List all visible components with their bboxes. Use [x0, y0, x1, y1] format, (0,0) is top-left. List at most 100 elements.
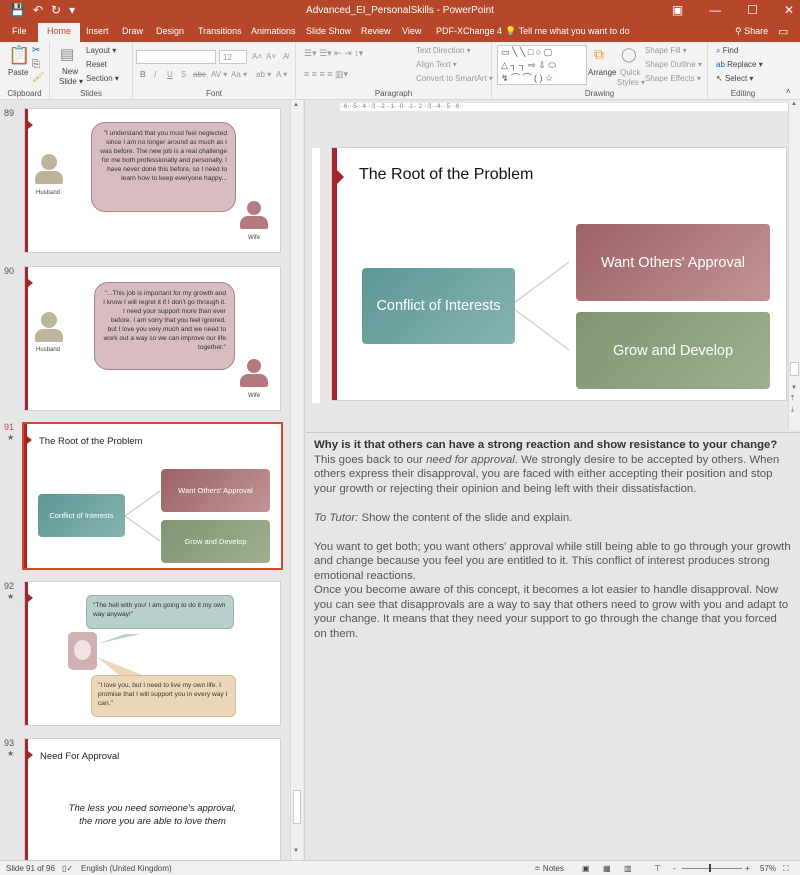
underline-button[interactable]: U: [167, 70, 173, 79]
slide-thumbnail-90[interactable]: Husband "...This job is important for my…: [24, 266, 281, 411]
font-color-button[interactable]: A ▾: [276, 70, 287, 79]
reset-button[interactable]: Reset: [86, 60, 107, 69]
font-name-input[interactable]: [136, 50, 216, 64]
spell-check-icon[interactable]: ▯✓: [62, 864, 73, 873]
tab-pdf-xchange[interactable]: PDF-XChange 4: [436, 26, 502, 36]
tab-transitions[interactable]: Transitions: [198, 26, 242, 36]
tab-view[interactable]: View: [402, 26, 421, 36]
zoom-slider-thumb[interactable]: [709, 864, 711, 872]
quick-styles-button[interactable]: Quick: [620, 68, 640, 77]
scroll-up-icon[interactable]: ▲: [293, 102, 299, 108]
paste-button[interactable]: Paste: [8, 68, 28, 77]
language-indicator[interactable]: English (United Kingdom): [81, 864, 172, 873]
scroll-up-icon[interactable]: ▲: [791, 101, 797, 107]
highlight-button[interactable]: ab ▾: [256, 70, 271, 79]
tab-slide-show[interactable]: Slide Show: [306, 26, 351, 36]
zoom-level[interactable]: 57%: [760, 864, 776, 873]
scrollbar-thumb[interactable]: [293, 790, 301, 824]
slide-number: 91: [4, 422, 15, 432]
maximize-button[interactable]: ☐: [747, 3, 758, 17]
format-painter-icon[interactable]: 🖌: [32, 72, 45, 83]
shape-outline-button[interactable]: Shape Outline ▾: [645, 60, 702, 69]
align-icons[interactable]: ≡ ≡ ≡ ≡ ▥▾: [304, 69, 348, 80]
box-want-others-approval[interactable]: Want Others' Approval: [576, 224, 770, 301]
collapse-ribbon-icon[interactable]: ˄: [786, 87, 791, 96]
slide-thumbnail-91[interactable]: The Root of the Problem Conflict of Inte…: [22, 422, 283, 570]
convert-smartart-button[interactable]: Convert to SmartArt ▾: [416, 74, 493, 83]
slide-thumbnail-89[interactable]: Husband "I understand that you must feel…: [24, 108, 281, 253]
scroll-down-icon[interactable]: ▼: [293, 848, 299, 854]
character-spacing-button[interactable]: AV ▾: [211, 70, 227, 79]
ribbon-display-options-icon[interactable]: ▣: [672, 3, 683, 17]
slide-sorter-view-icon[interactable]: ▦: [603, 864, 611, 873]
align-text-button[interactable]: Align Text ▾: [416, 60, 457, 69]
box-conflict-of-interests[interactable]: Conflict of Interests: [362, 268, 515, 344]
quick-styles-dropdown[interactable]: Styles ▾: [617, 78, 645, 87]
tab-file[interactable]: File: [12, 26, 27, 36]
slide-editing-pane: ··6···5···4···3···2···1···0···1···2···3·…: [306, 100, 800, 430]
vertical-ruler: [312, 148, 320, 403]
shape-fill-button[interactable]: Shape Fill ▾: [645, 46, 687, 55]
comments-icon[interactable]: ▭: [778, 25, 788, 38]
current-slide[interactable]: The Root of the Problem Conflict of Inte…: [331, 147, 787, 401]
title-bar: 💾 ↶ ↻ ▾ Advanced_EI_PersonalSkills - Pow…: [0, 0, 800, 22]
slide-scrollbar[interactable]: ▲ ▼ ⤒ ⤓: [788, 100, 800, 430]
grow-font-button[interactable]: A˄: [252, 52, 262, 61]
box-grow-and-develop[interactable]: Grow and Develop: [576, 312, 770, 389]
zoom-out-button[interactable]: -: [673, 864, 676, 873]
tab-animations[interactable]: Animations: [251, 26, 296, 36]
quick-styles-icon[interactable]: ◯: [621, 46, 637, 63]
tab-design[interactable]: Design: [156, 26, 184, 36]
normal-view-icon[interactable]: ▣: [582, 864, 590, 873]
tab-insert[interactable]: Insert: [86, 26, 109, 36]
shapes-gallery[interactable]: ▭ ╲ ╲ □ ○ ▢ △ ┐ ┐ ⇨ ⇩ ⬭ ↯ ⌒ ⌒ ( ) ☆: [497, 45, 587, 85]
layout-button[interactable]: Layout ▾: [86, 46, 116, 55]
bold-button[interactable]: B: [140, 70, 146, 79]
text-direction-button[interactable]: Text Direction ▾: [416, 46, 471, 55]
tab-draw[interactable]: Draw: [122, 26, 143, 36]
share-button[interactable]: ⚲ Share: [735, 26, 768, 37]
italic-button[interactable]: I: [154, 70, 156, 79]
select-button[interactable]: ↖ Select ▾: [716, 74, 753, 83]
husband-label: Husband: [36, 347, 61, 353]
bullets-icon[interactable]: ☰▾ ☰▾ ⇤ ⇥ ↕▾: [304, 48, 363, 59]
slide-show-view-icon[interactable]: ⊤: [654, 864, 661, 873]
clear-formatting-button[interactable]: A̸: [283, 52, 288, 61]
zoom-in-button[interactable]: +: [745, 864, 750, 873]
minimize-button[interactable]: —: [709, 3, 721, 17]
close-button[interactable]: ✕: [784, 3, 794, 17]
replace-button[interactable]: ab Replace ▾: [716, 60, 763, 69]
new-slide-button[interactable]: New: [62, 67, 78, 76]
tab-review[interactable]: Review: [361, 26, 391, 36]
slide-thumbnail-93[interactable]: Need For Approval The less you need some…: [24, 738, 281, 863]
notes-toggle-button[interactable]: ≐ Notes: [534, 864, 564, 873]
next-slide-icon[interactable]: ⤓: [791, 406, 794, 414]
shadow-button[interactable]: S: [181, 70, 186, 79]
zoom-slider[interactable]: [682, 868, 742, 869]
previous-slide-icon[interactable]: ⤒: [791, 395, 794, 403]
section-button[interactable]: Section ▾: [86, 74, 119, 83]
reading-view-icon[interactable]: ▥: [624, 864, 632, 873]
scroll-down-icon[interactable]: ▼: [791, 385, 797, 391]
strikethrough-button[interactable]: abc: [193, 70, 206, 79]
tell-me-search[interactable]: 💡 Tell me what you want to do: [505, 26, 630, 37]
tab-home[interactable]: Home: [38, 23, 81, 42]
scrollbar-thumb[interactable]: [790, 362, 799, 376]
paste-icon[interactable]: 📋: [8, 45, 30, 66]
shrink-font-button[interactable]: A˅: [266, 52, 276, 61]
copy-icon[interactable]: ⎘: [32, 59, 40, 70]
shape-effects-button[interactable]: Shape Effects ▾: [645, 74, 701, 83]
slide-thumbnail-92[interactable]: "The hell with you! I am going to do it …: [24, 581, 281, 726]
arrange-button[interactable]: Arrange: [588, 68, 616, 77]
font-size-input[interactable]: 12: [219, 50, 247, 64]
change-case-button[interactable]: Aa ▾: [231, 70, 247, 79]
fit-to-window-icon[interactable]: ⛶: [783, 864, 789, 874]
thumbnail-scrollbar[interactable]: ▲ ▼: [290, 100, 303, 860]
arrange-icon[interactable]: ⧉: [594, 46, 604, 63]
find-button[interactable]: ⌕ Find: [716, 46, 738, 56]
shapes-row: △ ┐ ┐ ⇨ ⇩ ⬭: [501, 60, 556, 70]
cut-icon[interactable]: ✂: [32, 45, 40, 56]
speaker-notes[interactable]: Why is it that others can have a strong …: [306, 432, 800, 860]
new-slide-icon[interactable]: ▤: [60, 45, 74, 63]
new-slide-dropdown[interactable]: Slide ▾: [59, 77, 83, 86]
